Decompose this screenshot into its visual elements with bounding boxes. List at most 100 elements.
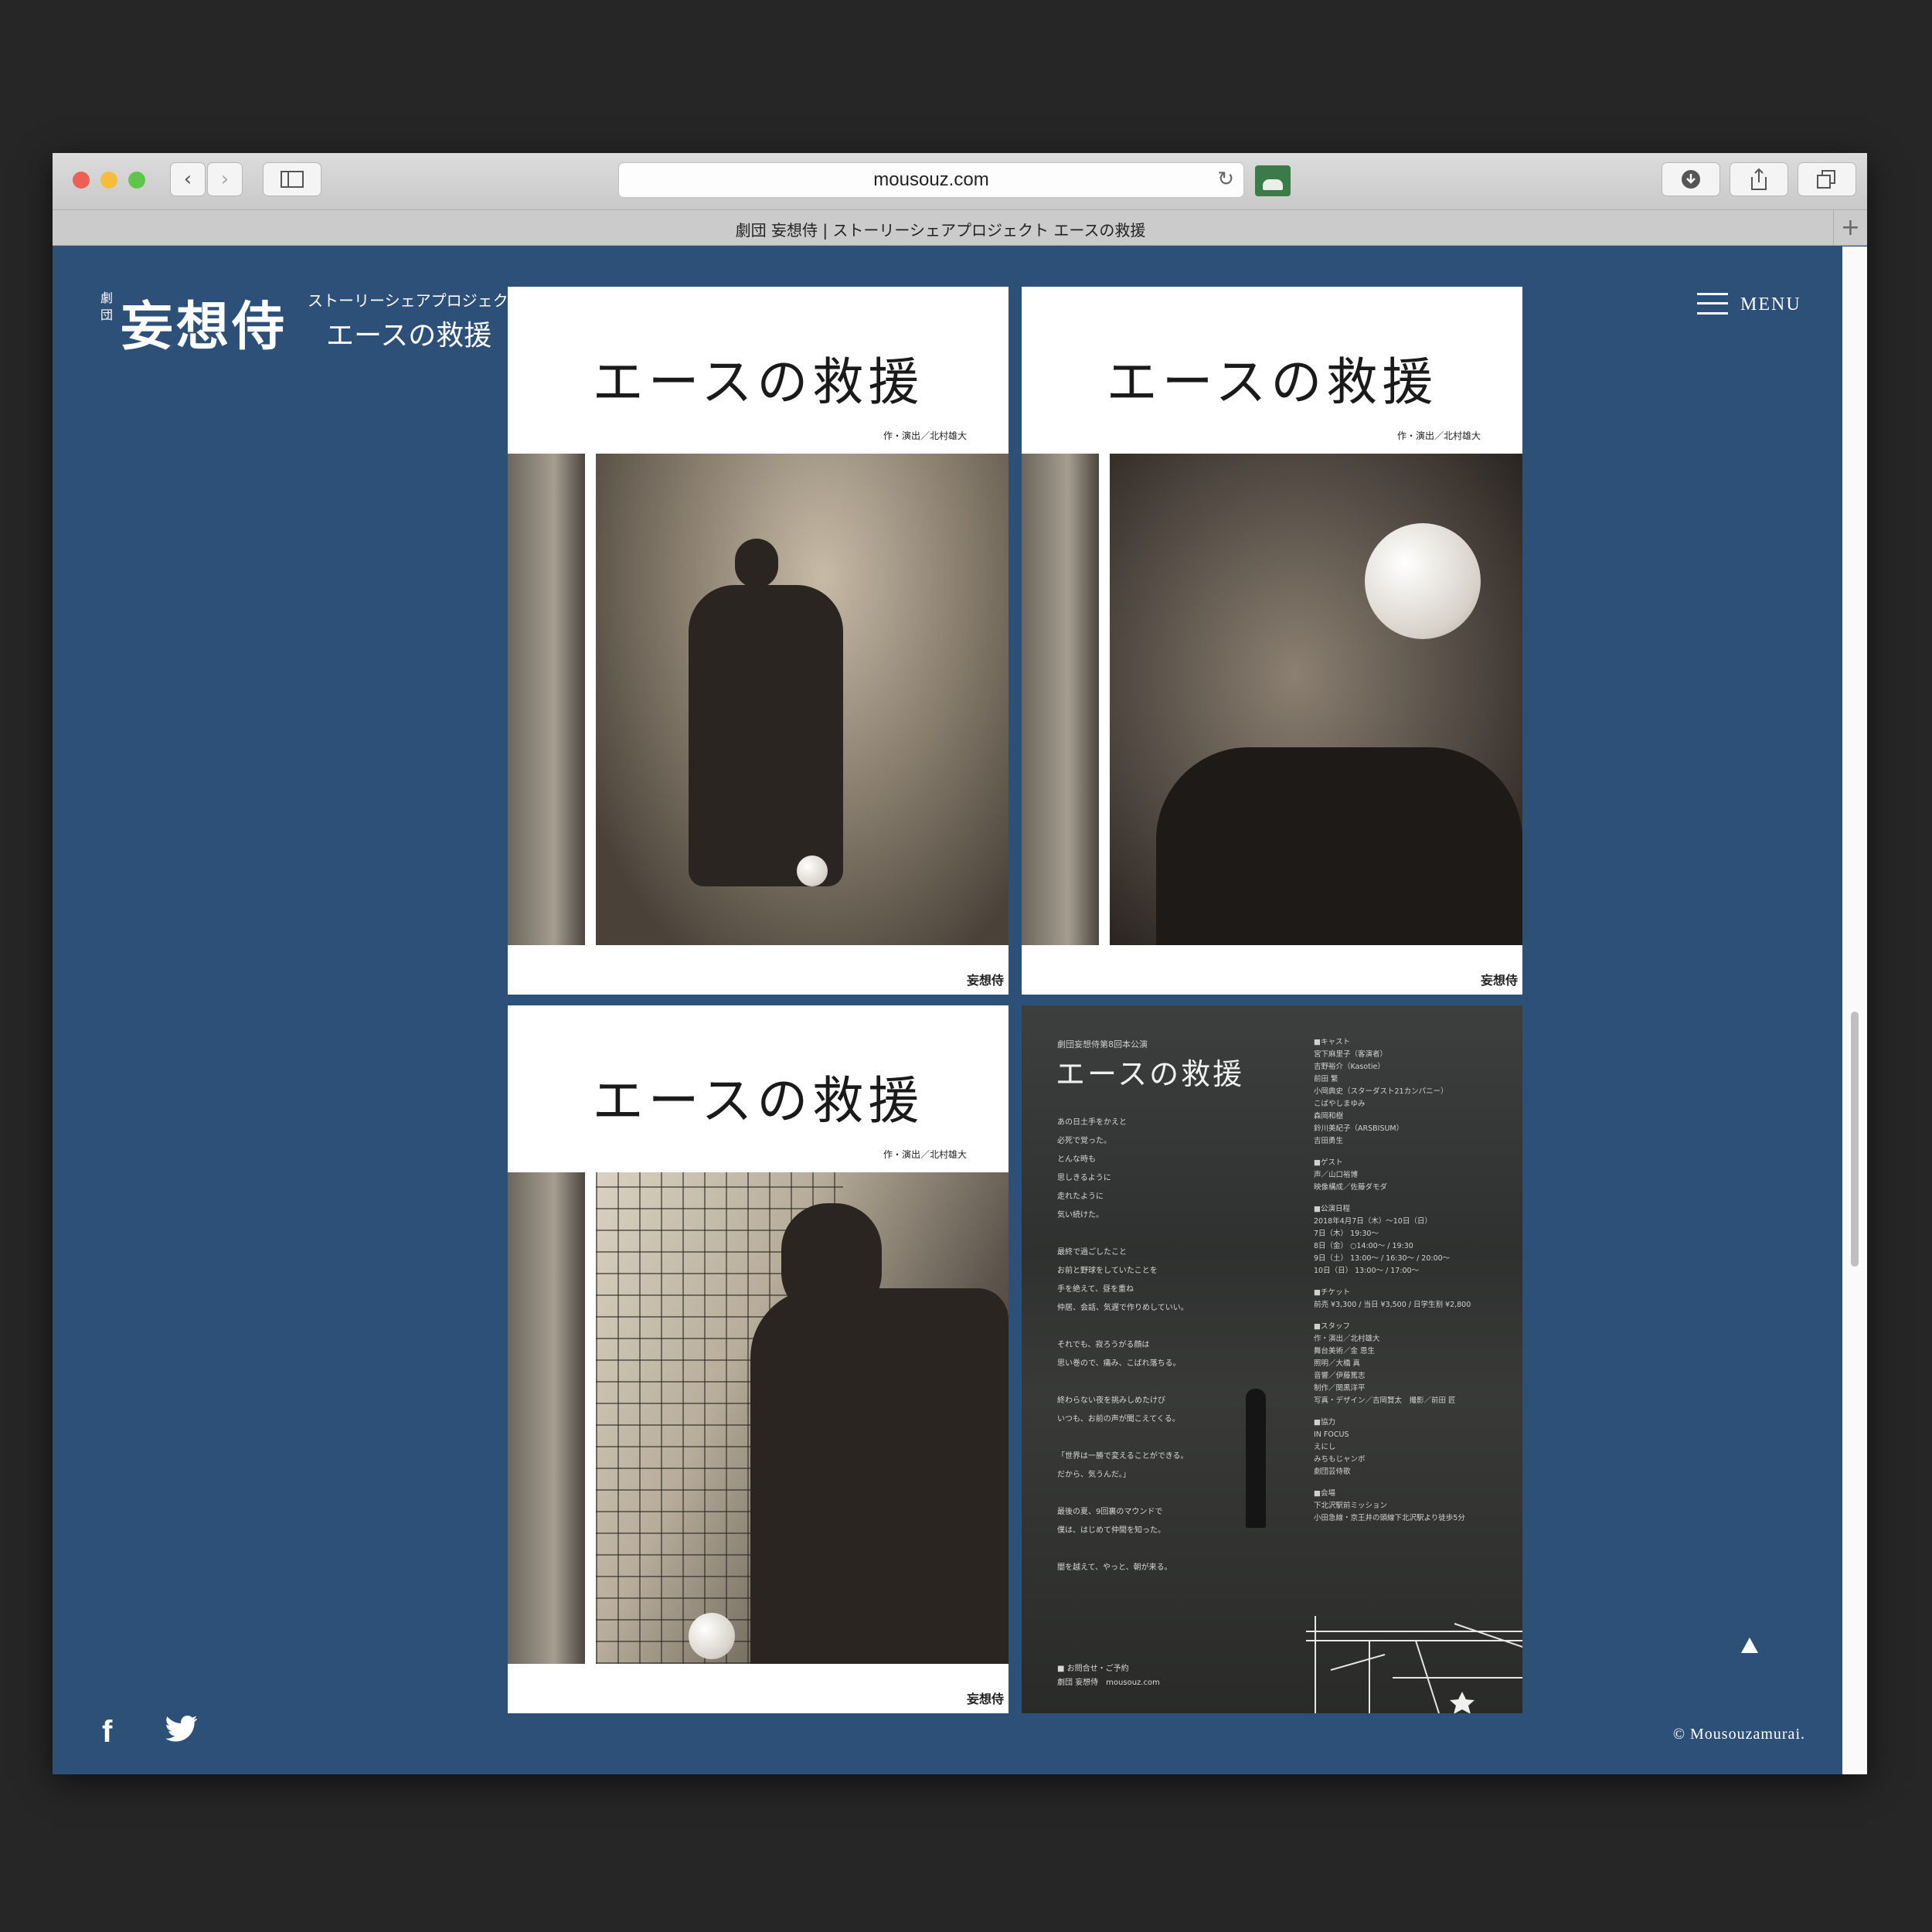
flyer-info-line: 声／山口裕博 bbox=[1314, 1171, 1359, 1179]
figure-head bbox=[735, 539, 778, 588]
browser-toolbar: ‹ › mousouz.com ↻ bbox=[53, 153, 1867, 210]
menu-button[interactable]: MENU bbox=[1697, 290, 1800, 321]
address-bar[interactable]: mousouz.com ↻ bbox=[618, 162, 1244, 198]
sidebar-icon bbox=[281, 171, 304, 188]
browser-window: ‹ › mousouz.com ↻ 劇団 妄想侍 | ストーリーシェアプロジェク… bbox=[53, 153, 1867, 1774]
flyer-copy-line: 最終で過ごしたこと bbox=[1057, 1248, 1127, 1257]
flyer-info-line: 制作／関黒洋平 bbox=[1314, 1384, 1366, 1393]
logo-main-text: 妄想侍 bbox=[121, 296, 288, 358]
flyer-info-line: 前売 ¥3,300 / 当日 ¥3,500 / 日学生割 ¥2,800 bbox=[1314, 1301, 1471, 1309]
tab-bar: 劇団 妄想侍 | ストーリーシェアプロジェクト エースの救援 + bbox=[53, 210, 1867, 246]
flyer-info-line: 照明／大橋 真 bbox=[1314, 1359, 1361, 1368]
poster-title: エースの救援 bbox=[1106, 352, 1438, 412]
flyer-copy-line: 闇を越えて、やっと、朝が来る。 bbox=[1057, 1563, 1172, 1572]
poster-title: エースの救援 bbox=[592, 1071, 924, 1131]
baseball bbox=[1365, 523, 1481, 639]
flyer-info-line: IN FOCUS bbox=[1314, 1430, 1349, 1439]
flyer-info-line: 宮下麻里子（客演者） bbox=[1314, 1050, 1388, 1059]
poster-photo bbox=[596, 454, 1009, 945]
flyer-info-line: 下北沢駅前ミッション bbox=[1314, 1502, 1388, 1510]
close-window-button[interactable] bbox=[73, 172, 90, 189]
new-tab-button[interactable]: + bbox=[1833, 210, 1867, 246]
share-button[interactable] bbox=[1730, 162, 1788, 196]
flyer-copy-line: 気い続けた。 bbox=[1057, 1211, 1104, 1219]
flyer-info-line: 7日（木） 19:30〜 bbox=[1314, 1230, 1379, 1238]
poster-logo-mark: 妄想侍 bbox=[966, 973, 1004, 988]
poster-side-photo bbox=[508, 454, 585, 945]
flyer-info-heading: ■協力 bbox=[1314, 1418, 1335, 1427]
flyer-info-block: ■会場下北沢駅前ミッション小田急線・京王井の頭線下北沢駅より徒歩5分 bbox=[1314, 1488, 1512, 1525]
reload-icon[interactable]: ↻ bbox=[1217, 168, 1234, 191]
flyer-info-line: 吉野裕介（Kasotie） bbox=[1314, 1063, 1385, 1071]
flyer-info-line: 小田急線・京王井の頭線下北沢駅より徒歩5分 bbox=[1314, 1514, 1465, 1522]
poster-title: エースの救援 bbox=[592, 352, 924, 412]
flyer-info-line: 写真・デザイン／吉岡賢太 撮影／前田 匠 bbox=[1314, 1396, 1456, 1405]
flyer-info-heading: ■スタッフ bbox=[1314, 1322, 1350, 1331]
tabs-icon bbox=[1817, 170, 1835, 189]
poster-side-photo bbox=[1022, 454, 1099, 945]
poster-side-photo bbox=[508, 1172, 585, 1664]
flyer-info-block: ■チケット 前売 ¥3,300 / 当日 ¥3,500 / 日学生割 ¥2,800 bbox=[1314, 1287, 1512, 1311]
flyer-info-line: 2018年4月7日（木）〜10日（日） bbox=[1314, 1217, 1432, 1226]
flyer-info-block: ■協力 IN FOCUS えにし みちもじャンボ 劇団芸侍歌 bbox=[1314, 1417, 1512, 1478]
page-scrollbar[interactable] bbox=[1842, 247, 1867, 1774]
figure-shoulders bbox=[1156, 747, 1522, 945]
downloads-button[interactable] bbox=[1662, 162, 1720, 196]
flyer-info-line: 映像構成／佐藤ダモダ bbox=[1314, 1183, 1388, 1192]
flyer-info-line: 9日（土） 13:00〜 / 16:30〜 / 20:00〜 bbox=[1314, 1254, 1451, 1263]
flyer-info-heading: ■会場 bbox=[1314, 1489, 1335, 1498]
flyer-copy-paragraph: 最終で過ごしたこと お前と野球をしていたことを 手を絶えて、昼を重ね 仲居、会話、気遅… bbox=[1057, 1243, 1289, 1318]
logo-title: エースの救援 bbox=[326, 320, 492, 352]
baseball bbox=[797, 855, 828, 886]
flyer-info-block: ■公演日程 2018年4月7日（木）〜10日（日） 7日（木） 19:30〜 8日（金… bbox=[1314, 1203, 1512, 1277]
poster-3[interactable]: エースの救援 作・演出／北村雄大 妄想侍 bbox=[508, 1005, 1009, 1713]
sidebar-toggle-button[interactable] bbox=[263, 162, 321, 196]
back-button[interactable]: ‹ bbox=[170, 162, 206, 196]
zoom-window-button[interactable] bbox=[128, 172, 145, 189]
poster-2[interactable]: エースの救援 作・演出／北村雄大 妄想侍 bbox=[1022, 287, 1522, 995]
poster-logo-mark: 妄想侍 bbox=[1480, 973, 1518, 988]
flyer-title: エースの救援 bbox=[1056, 1057, 1245, 1091]
flyer-footer-line: ■ お問合せ・ご予約 bbox=[1057, 1665, 1129, 1673]
flyer-info-block: ■ゲスト 声／山口裕博 映像構成／佐藤ダモダ bbox=[1314, 1157, 1512, 1194]
forward-arrow-icon: › bbox=[220, 168, 230, 191]
flyer-copy-line: 思しきるように bbox=[1057, 1174, 1111, 1182]
twitter-icon[interactable] bbox=[165, 1715, 198, 1743]
flyer-info-line: 吉田勇生 bbox=[1314, 1137, 1344, 1145]
minimize-window-button[interactable] bbox=[100, 172, 117, 189]
flyer-footer-line: 劇団 妄想侍 mousouz.com bbox=[1057, 1679, 1160, 1687]
flyer-info-line: こばやしまゆみ bbox=[1314, 1100, 1366, 1108]
active-tab-title[interactable]: 劇団 妄想侍 | ストーリーシェアプロジェクト エースの救援 bbox=[53, 218, 1828, 240]
flyer-copy-paragraph: あの日土手をかえと 必死で覚った。 とんな時も 思しきるように 走れたように 気い続けた。 bbox=[1057, 1114, 1289, 1225]
forward-button[interactable]: › bbox=[207, 162, 243, 196]
extension-icon[interactable] bbox=[1255, 165, 1291, 196]
facebook-icon[interactable]: f bbox=[102, 1715, 112, 1750]
tabs-overview-button[interactable] bbox=[1798, 162, 1856, 196]
flyer-info-line: 森岡和樹 bbox=[1314, 1112, 1344, 1121]
flyer-info-line: 前田 繁 bbox=[1314, 1075, 1338, 1083]
figure-body bbox=[750, 1288, 1009, 1664]
poster-photo bbox=[1110, 454, 1522, 945]
access-map bbox=[1306, 1616, 1522, 1713]
flyer-eyebrow: 劇団妄想侍第8回本公演 bbox=[1057, 1039, 1148, 1049]
flyer-copy-line: 走れたように bbox=[1057, 1192, 1104, 1201]
flyer-copy-line: 手を絶えて、昼を重ね bbox=[1057, 1285, 1134, 1294]
flyer-info-heading: ■公演日程 bbox=[1314, 1205, 1350, 1213]
back-arrow-icon: ‹ bbox=[183, 168, 192, 191]
flyer-back[interactable]: 劇団妄想侍第8回本公演 エースの救援 あの日土手をかえと 必死で覚った。 とんな時も… bbox=[1022, 1005, 1522, 1713]
poster-credit: 作・演出／北村雄大 bbox=[883, 1149, 967, 1160]
venue-star-icon bbox=[1450, 1692, 1475, 1713]
poster-logo-mark: 妄想侍 bbox=[966, 1692, 1004, 1706]
back-to-top-icon[interactable] bbox=[1741, 1638, 1758, 1653]
flyer-info-line: 8日（金） ○14:00〜 / 19:30 bbox=[1314, 1242, 1413, 1250]
poster-credit: 作・演出／北村雄大 bbox=[883, 430, 967, 441]
flyer-copy-paragraph: それでも、寂ろうがる顔は 思い巻ので、痛み、こばれ落ちる。 bbox=[1057, 1336, 1289, 1373]
flyer-copy-line: 仲居、会話、気遅で作りめしていい。 bbox=[1057, 1304, 1189, 1312]
copyright-text: © Mousouzamurai. bbox=[1672, 1726, 1805, 1743]
share-icon bbox=[1751, 168, 1767, 190]
scrollbar-thumb[interactable] bbox=[1851, 1012, 1859, 1267]
flyer-info-line: みちもじャンボ bbox=[1314, 1455, 1366, 1464]
poster-1[interactable]: エースの救援 作・演出／北村雄大 妄想侍 bbox=[508, 287, 1009, 995]
url-text: mousouz.com bbox=[873, 169, 989, 190]
logo-subtitle: ストーリーシェアプロジェクト bbox=[308, 291, 524, 310]
